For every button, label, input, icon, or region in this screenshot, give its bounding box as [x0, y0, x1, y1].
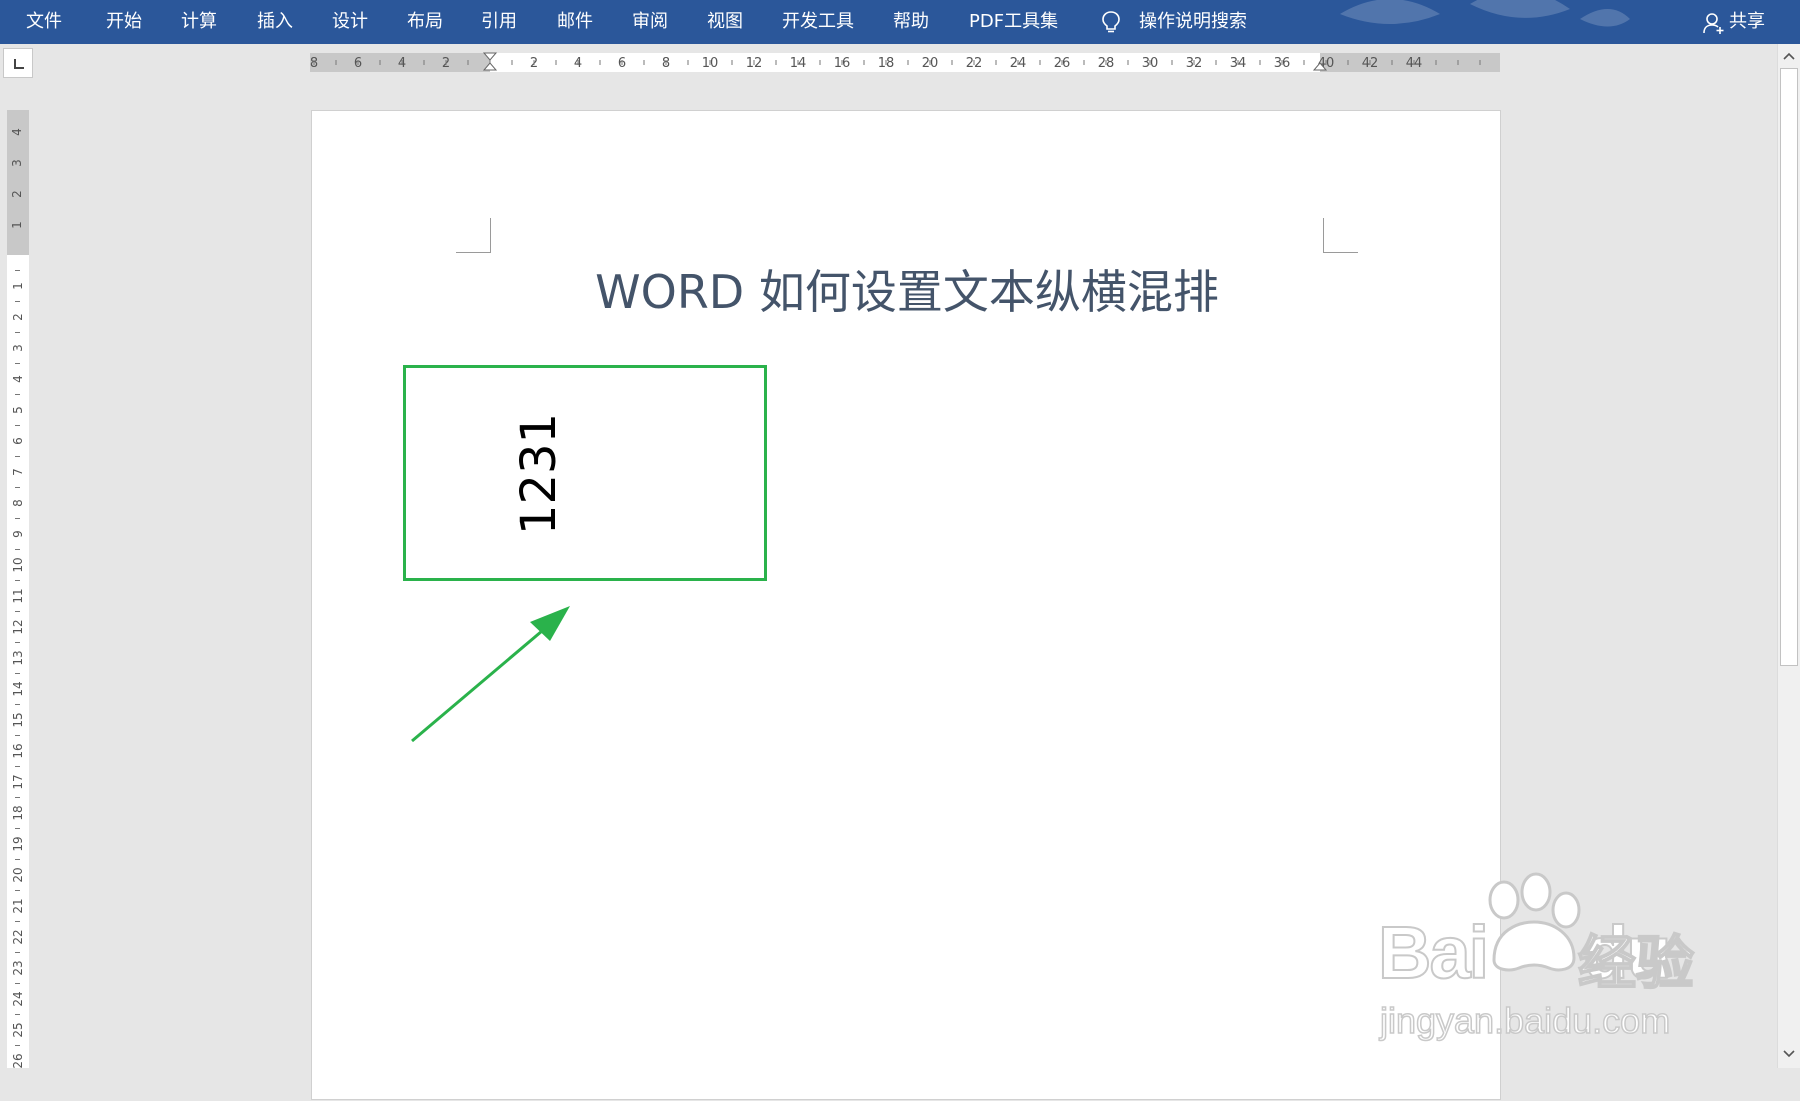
- menu-home[interactable]: 开始: [106, 0, 142, 44]
- menu-calculate[interactable]: 计算: [181, 0, 217, 44]
- scrollbar-thumb[interactable]: [1780, 68, 1798, 666]
- menu-layout[interactable]: 布局: [407, 0, 443, 44]
- vruler-label: 11: [11, 588, 25, 603]
- horizontal-ruler[interactable]: 2468246810121416182022242628303234364042…: [310, 50, 1500, 75]
- document-page[interactable]: WORD 如何设置文本纵横混排 1231: [311, 110, 1501, 1100]
- textbox-vertical-text[interactable]: 1231: [511, 374, 567, 574]
- ribbon-menubar: 文件 开始 计算 插入 设计 布局 引用 邮件 审阅 视图 开发工具 帮助 PD…: [0, 0, 1800, 44]
- vruler-label: 4: [10, 128, 24, 136]
- crop-mark-top-right: [1323, 218, 1358, 253]
- vruler-label: 9: [11, 530, 25, 538]
- vruler-label: 17: [11, 774, 25, 789]
- vruler-label: 3: [11, 344, 25, 352]
- menu-file[interactable]: 文件: [26, 0, 62, 44]
- vruler-label: 18: [11, 805, 25, 820]
- vruler-label: 7: [11, 468, 25, 476]
- vruler-label: 26: [11, 1053, 25, 1068]
- vruler-label: 13: [11, 650, 25, 665]
- tab-stop-selector[interactable]: [3, 48, 33, 78]
- menu-mailings[interactable]: 邮件: [557, 0, 593, 44]
- vruler-label: 19: [11, 836, 25, 851]
- vruler-label: 15: [11, 712, 25, 727]
- vruler-label: 1: [10, 221, 24, 229]
- watermark-brand-cn: 经验: [1577, 928, 1695, 998]
- vertical-text-box[interactable]: 1231: [403, 365, 767, 581]
- crop-mark-top-left: [456, 218, 491, 253]
- vruler-label: 21: [11, 898, 25, 913]
- vruler-label: 25: [11, 1022, 25, 1037]
- vruler-label: 14: [11, 681, 25, 696]
- vruler-label: 20: [11, 867, 25, 882]
- vruler-label: 6: [11, 437, 25, 445]
- vertical-scrollbar[interactable]: [1777, 44, 1800, 1068]
- vruler-label: 8: [11, 499, 25, 507]
- vruler-label: 2: [10, 190, 24, 198]
- scroll-up-arrow-icon[interactable]: [1778, 46, 1800, 66]
- vruler-label: 24: [11, 991, 25, 1006]
- decorative-leaf-icon: [1340, 0, 1630, 27]
- vruler-label: 2: [11, 313, 25, 321]
- watermark-url: jingyan.baidu.com: [1379, 999, 1671, 1042]
- vruler-label: 23: [11, 960, 25, 975]
- tell-me-search[interactable]: 操作说明搜索: [1139, 0, 1247, 44]
- menu-developer[interactable]: 开发工具: [782, 0, 854, 44]
- vruler-label: 5: [11, 406, 25, 414]
- vruler-label: 12: [11, 619, 25, 634]
- person-icon[interactable]: [1702, 11, 1724, 35]
- menu-help[interactable]: 帮助: [893, 0, 929, 44]
- menu-pdf-tools[interactable]: PDF工具集: [969, 0, 1058, 44]
- vertical-ruler[interactable]: 4321123456789101112131415161718192021222…: [5, 110, 30, 1068]
- lightbulb-icon[interactable]: [1098, 9, 1124, 35]
- scroll-down-arrow-icon[interactable]: [1778, 1044, 1800, 1064]
- baidu-jingyan-watermark: Bai du 经验 jingyan.baidu.com: [1370, 870, 1730, 1050]
- menu-design[interactable]: 设计: [332, 0, 368, 44]
- vruler-label: 10: [11, 557, 25, 572]
- menu-insert[interactable]: 插入: [257, 0, 293, 44]
- vruler-label: 1: [11, 282, 25, 290]
- vruler-label: 16: [11, 743, 25, 758]
- menu-view[interactable]: 视图: [707, 0, 743, 44]
- left-tab-icon: [14, 59, 24, 69]
- menu-review[interactable]: 审阅: [632, 0, 668, 44]
- vruler-label: 3: [10, 159, 24, 167]
- document-title[interactable]: WORD 如何设置文本纵横混排: [312, 256, 1502, 322]
- vruler-label: 4: [11, 375, 25, 383]
- vruler-label: 22: [11, 929, 25, 944]
- share-button[interactable]: 共享: [1729, 0, 1765, 44]
- menu-references[interactable]: 引用: [481, 0, 517, 44]
